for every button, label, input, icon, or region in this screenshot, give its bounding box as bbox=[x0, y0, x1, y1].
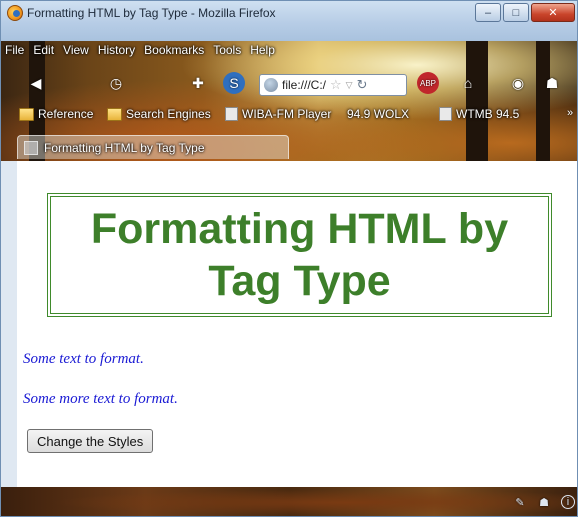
addon-bar: ✎ ☗ i bbox=[1, 487, 577, 516]
folder-icon bbox=[107, 107, 122, 121]
menu-file[interactable]: File bbox=[5, 43, 24, 57]
bookmark-label: Reference bbox=[38, 107, 94, 121]
url-input[interactable]: file:///C:/ bbox=[282, 78, 326, 92]
title-bar: Formatting HTML by Tag Type - Mozilla Fi… bbox=[1, 1, 577, 41]
wrench-icon[interactable]: ✎ bbox=[513, 495, 527, 509]
page-icon bbox=[439, 107, 452, 121]
bookmark-label: WIBA-FM Player bbox=[242, 107, 332, 121]
heading-box: Formatting HTML by Tag Type bbox=[47, 193, 552, 317]
change-styles-button[interactable]: Change the Styles bbox=[27, 429, 154, 453]
browser-window: Formatting HTML by Tag Type - Mozilla Fi… bbox=[0, 0, 578, 517]
bookmark-wiba[interactable]: WIBA-FM Player bbox=[225, 107, 331, 121]
firefox-logo-icon bbox=[7, 5, 23, 21]
tree-trunk bbox=[466, 41, 488, 161]
tab-active[interactable]: Formatting HTML by Tag Type bbox=[17, 135, 289, 159]
menu-history[interactable]: History bbox=[98, 43, 135, 57]
tab-label: Formatting HTML by Tag Type bbox=[44, 140, 205, 155]
bookmark-wolx[interactable]: 94.9 WOLX bbox=[347, 107, 409, 121]
bookmarks-toolbar: Reference Search Engines WIBA-FM Player … bbox=[1, 105, 577, 127]
menu-view[interactable]: View bbox=[63, 43, 89, 57]
add-icon[interactable]: ✚ bbox=[187, 72, 209, 94]
bookmark-search-engines[interactable]: Search Engines bbox=[107, 107, 211, 121]
paragraph-1: Some text to format. bbox=[23, 351, 144, 367]
tab-favicon-icon bbox=[24, 140, 38, 155]
chevron-right-icon[interactable]: » bbox=[567, 107, 573, 119]
reload-icon[interactable]: ↻ bbox=[357, 77, 368, 93]
star-icon[interactable]: ☆ bbox=[330, 77, 342, 93]
window-title: Formatting HTML by Tag Type - Mozilla Fi… bbox=[27, 6, 276, 20]
back-icon[interactable]: ◀ bbox=[25, 72, 47, 94]
maximize-button[interactable]: □ bbox=[503, 3, 529, 22]
dropdown-icon[interactable]: ▽ bbox=[346, 80, 353, 91]
s-icon[interactable]: S bbox=[223, 72, 245, 94]
eye-icon[interactable]: ◉ bbox=[507, 72, 529, 94]
heading-line-2: Tag Type bbox=[208, 257, 391, 305]
window-controls: – □ ✕ bbox=[475, 3, 575, 23]
url-bar[interactable]: file:///C:/ ☆ ▽ ↻ bbox=[259, 74, 407, 96]
navigation-toolbar: ◀ ◷ ✚ S file:///C:/ ☆ ▽ ↻ ABP ⌂ ◉ ☗ bbox=[1, 67, 577, 99]
info-icon[interactable]: i bbox=[561, 495, 575, 509]
page-icon bbox=[225, 107, 238, 121]
page-heading: Formatting HTML by Tag Type bbox=[51, 203, 548, 307]
menu-tools[interactable]: Tools bbox=[213, 43, 241, 57]
ghost-icon[interactable]: ☗ bbox=[541, 72, 563, 94]
history-icon[interactable]: ◷ bbox=[105, 72, 127, 94]
sidebar-strip bbox=[1, 161, 17, 487]
paragraph-2: Some more text to format. bbox=[23, 391, 178, 407]
tree-trunk bbox=[536, 41, 550, 161]
menu-help[interactable]: Help bbox=[250, 43, 275, 57]
menu-edit[interactable]: Edit bbox=[33, 43, 54, 57]
minimize-button[interactable]: – bbox=[475, 3, 501, 22]
abp-icon[interactable]: ABP bbox=[417, 72, 439, 94]
bookmark-label: WTMB 94.5 bbox=[456, 107, 520, 121]
home-icon[interactable]: ⌂ bbox=[457, 72, 479, 94]
robot-icon[interactable]: ☗ bbox=[537, 495, 551, 509]
bookmark-reference[interactable]: Reference bbox=[19, 107, 93, 121]
heading-line-1: Formatting HTML by bbox=[90, 205, 509, 253]
bookmark-label: 94.9 WOLX bbox=[347, 107, 410, 121]
page-content: Formatting HTML by Tag Type Some text to… bbox=[17, 161, 577, 487]
bookmark-wtmb[interactable]: WTMB 94.5 bbox=[439, 107, 519, 121]
menu-bookmarks[interactable]: Bookmarks bbox=[144, 43, 204, 57]
globe-icon bbox=[264, 78, 278, 92]
folder-icon bbox=[19, 107, 34, 121]
close-button[interactable]: ✕ bbox=[531, 3, 575, 22]
bookmark-label: Search Engines bbox=[126, 107, 211, 121]
menu-bar: File Edit View History Bookmarks Tools H… bbox=[1, 41, 577, 59]
